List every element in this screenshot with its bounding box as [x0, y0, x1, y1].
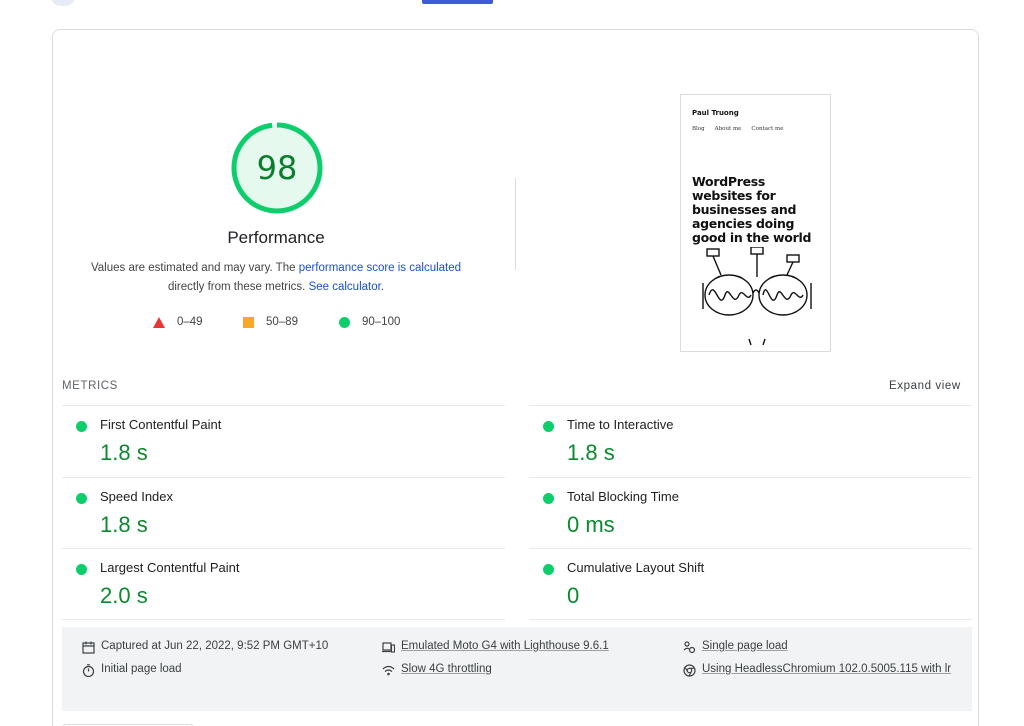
pass-circle-icon: [76, 421, 87, 432]
vertical-divider: [515, 178, 516, 270]
runtime-single-load[interactable]: Single page load: [683, 640, 788, 654]
description-text-1: Values are estimated and may vary. The: [90, 262, 299, 274]
thumbnail-nav-item: About me: [714, 126, 742, 132]
triangle-icon: [153, 316, 165, 328]
pass-circle-icon: [76, 564, 87, 575]
metric-time-to-interactive: Time to Interactive 1.8 s: [529, 405, 972, 477]
legend-item-pass: 90–100: [339, 316, 400, 328]
metric-value: 1.8 s: [100, 512, 148, 537]
performance-score: 98: [256, 149, 298, 187]
metric-label: Cumulative Layout Shift: [567, 560, 705, 575]
thumbnail-nav-item: Contact me: [751, 126, 784, 132]
metric-cumulative-layout-shift: Cumulative Layout Shift 0: [529, 548, 972, 620]
metric-label: Time to Interactive: [567, 417, 674, 432]
runtime-browser-link[interactable]: Using HeadlessChromium 102.0.5005.115 wi…: [702, 658, 962, 681]
avatar: [52, 0, 74, 6]
pass-circle-icon: [543, 564, 554, 575]
pass-circle-icon: [543, 421, 554, 432]
performance-score-link[interactable]: performance score is calculated: [299, 262, 461, 274]
metric-value: 0 ms: [567, 512, 615, 537]
metric-total-blocking-time: Total Blocking Time 0 ms: [529, 477, 972, 549]
active-tab-indicator[interactable]: [422, 0, 493, 4]
description-text-2: directly from these metrics.: [167, 281, 309, 293]
runtime-browser[interactable]: Using HeadlessChromium 102.0.5005.115 wi…: [683, 663, 963, 681]
runtime-settings: Captured at Jun 22, 2022, 9:52 PM GMT+10…: [62, 627, 972, 711]
performance-gauge[interactable]: 98: [230, 121, 324, 215]
thumbnail-headline: WordPress websites for businesses and ag…: [692, 174, 812, 245]
thumbnail-site-name: Paul Truong: [692, 109, 739, 117]
metric-label: Largest Contentful Paint: [100, 560, 240, 575]
runtime-emulated-device[interactable]: Emulated Moto G4 with Lighthouse 9.6.1: [382, 640, 609, 654]
runtime-initial-load: Initial page load: [82, 663, 182, 677]
metric-label: First Contentful Paint: [100, 417, 222, 432]
divider: [529, 619, 972, 620]
person-icon: [683, 641, 696, 654]
metric-largest-contentful-paint: Largest Contentful Paint 2.0 s: [62, 548, 505, 620]
legend-item-average: 50–89: [243, 316, 298, 328]
metric-value: 1.8 s: [567, 440, 615, 465]
top-cropped-header: [0, 0, 1024, 8]
legend-item-fail: 0–49: [153, 316, 203, 328]
runtime-emulated-link[interactable]: Emulated Moto G4 with Lighthouse 9.6.1: [401, 640, 609, 652]
metric-first-contentful-paint: First Contentful Paint 1.8 s: [62, 405, 505, 477]
metric-label: Speed Index: [100, 489, 174, 504]
legend-range: 90–100: [362, 316, 401, 328]
square-icon: [243, 316, 254, 328]
thumbnail-nav: Blog About me Contact me: [692, 126, 783, 132]
metric-value: 1.8 s: [100, 440, 148, 465]
metric-label: Total Blocking Time: [567, 489, 679, 504]
legend-range: 0–49: [177, 316, 203, 328]
thumbnail-nav-item: Blog: [692, 126, 705, 132]
legend-range: 50–89: [266, 316, 298, 328]
runtime-throttling-link[interactable]: Slow 4G throttling: [401, 663, 492, 675]
metric-value: 0: [567, 583, 580, 608]
wifi-icon: [382, 665, 395, 676]
expand-view-button[interactable]: Expand view: [889, 380, 961, 392]
runtime-captured-text: Captured at Jun 22, 2022, 9:52 PM GMT+10: [101, 640, 329, 652]
pass-circle-icon: [76, 493, 87, 504]
calendar-icon: [82, 641, 95, 654]
gauge-title: Performance: [227, 228, 325, 247]
pass-circle-icon: [543, 493, 554, 504]
divider: [62, 619, 505, 620]
chrome-icon: [683, 664, 696, 677]
runtime-captured: Captured at Jun 22, 2022, 9:52 PM GMT+10: [82, 640, 328, 654]
score-description: Values are estimated and may vary. The p…: [76, 259, 476, 297]
page-screenshot-thumbnail[interactable]: Paul Truong Blog About me Contact me Wor…: [680, 94, 831, 352]
runtime-throttling[interactable]: Slow 4G throttling: [382, 663, 492, 677]
metric-value: 2.0 s: [100, 583, 148, 608]
metrics-heading: METRICS: [62, 380, 118, 392]
see-calculator-link[interactable]: See calculator: [309, 281, 381, 293]
description-text-3: .: [380, 281, 385, 293]
devices-icon: [382, 642, 395, 653]
circle-icon: [339, 316, 350, 328]
glasses-illustration-icon: [702, 247, 812, 345]
metric-speed-index: Speed Index 1.8 s: [62, 477, 505, 549]
runtime-initial-load-text: Initial page load: [101, 663, 182, 675]
lighthouse-report-card: 98 Performance Values are estimated and …: [52, 29, 979, 726]
timer-icon: [82, 664, 95, 677]
runtime-single-load-link[interactable]: Single page load: [702, 640, 788, 652]
